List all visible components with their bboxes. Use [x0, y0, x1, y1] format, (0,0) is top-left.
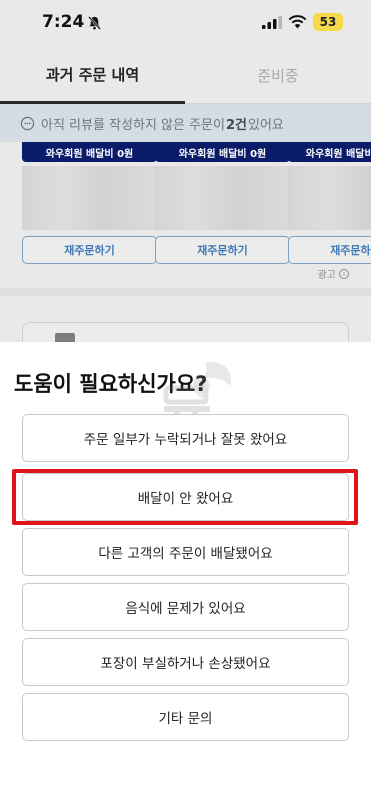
reorder-button[interactable]: 재주문하기: [155, 236, 290, 264]
option-wrong-customer-order[interactable]: 다른 고객의 주문이 배달됐어요: [22, 528, 349, 576]
membership-badge: 와우회원 배달비 0원: [22, 142, 157, 162]
battery-indicator: 53: [313, 13, 343, 31]
store-thumbnail: [55, 333, 75, 342]
status-bar: 7:24 53: [0, 0, 371, 48]
recommended-card[interactable]: 와우회원 배달비 0원 + 재주문하기: [288, 142, 371, 264]
option-delivery-not-arrived[interactable]: 배달이 안 왔어요: [22, 473, 349, 521]
notice-text-after: 있어요: [248, 117, 284, 133]
order-history-card[interactable]: [22, 322, 349, 342]
help-bottom-sheet: 도움이 필요하신가요? 주문 일부가 누락되거나 잘못 왔어요 배달이 안 왔어…: [0, 342, 371, 800]
cellular-signal-icon: [262, 16, 282, 29]
option-food-problem[interactable]: 음식에 문제가 있어요: [22, 583, 349, 631]
store-image: [22, 166, 157, 230]
option-other-inquiry[interactable]: 기타 문의: [22, 693, 349, 741]
store-image: [155, 166, 290, 230]
option-packaging-damaged[interactable]: 포장이 부실하거나 손상됐어요: [22, 638, 349, 686]
ad-label[interactable]: 광고 i: [318, 266, 349, 281]
tab-past-orders[interactable]: 과거 주문 내역: [0, 48, 185, 104]
wifi-icon: [288, 15, 307, 29]
status-time: 7:24: [42, 12, 85, 32]
reorder-button[interactable]: 재주문하기: [22, 236, 157, 264]
bell-off-icon: [88, 16, 101, 30]
store-image: [288, 166, 371, 230]
tab-preparing[interactable]: 준비중: [185, 48, 371, 104]
notice-count: 2건: [225, 117, 247, 133]
recommended-cards-area: 와우회원 배달비 0원 재주문하기 와우회원 배달비 0원 재주문하기 와우회원…: [0, 142, 371, 342]
notice-text-before: 아직 리뷰를 작성하지 않은 주문이: [41, 117, 225, 133]
chat-bubble-icon: [20, 116, 35, 130]
membership-badge: 와우회원 배달비 0원: [155, 142, 290, 162]
section-divider: [0, 288, 371, 296]
recommended-card[interactable]: 와우회원 배달비 0원 재주문하기: [22, 142, 157, 264]
recommended-card[interactable]: 와우회원 배달비 0원 재주문하기: [155, 142, 290, 264]
info-icon: i: [339, 268, 349, 279]
membership-badge: 와우회원 배달비 0원 +: [288, 142, 371, 162]
reorder-button[interactable]: 재주문하기: [288, 236, 371, 264]
ad-label-text: 광고: [317, 270, 336, 281]
option-missing-or-wrong-items[interactable]: 주문 일부가 누락되거나 잘못 왔어요: [22, 414, 349, 462]
order-tabs: 과거 주문 내역 준비중: [0, 48, 371, 104]
review-notice-banner[interactable]: 아직 리뷰를 작성하지 않은 주문이 2건 있어요: [0, 104, 371, 142]
